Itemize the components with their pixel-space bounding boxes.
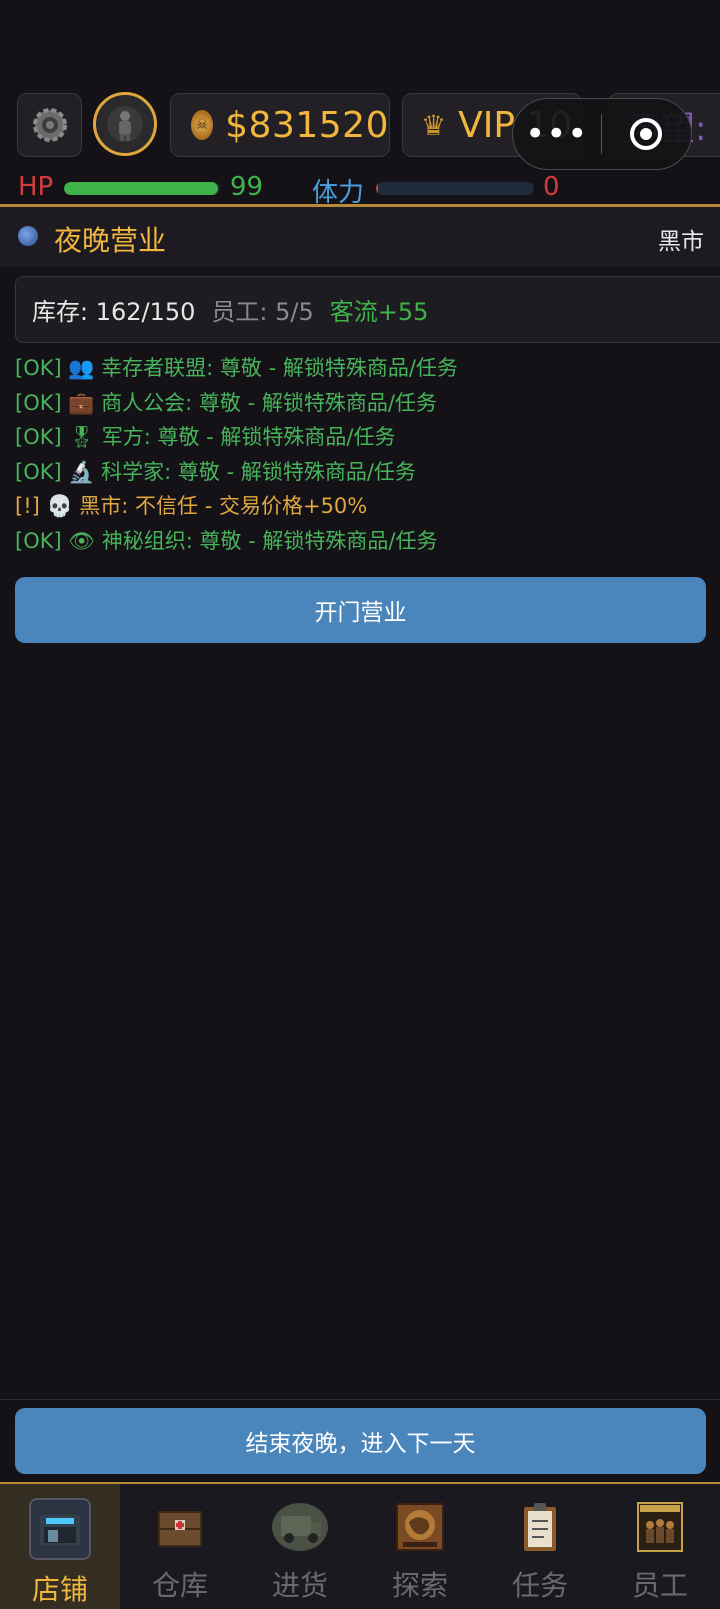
settings-button[interactable]	[17, 93, 82, 157]
tab-label: 探索	[391, 1569, 448, 1602]
black-market-link[interactable]: 黑市	[658, 222, 704, 256]
stamina-value: 0	[543, 172, 560, 202]
tab-staff[interactable]: 员工	[600, 1484, 720, 1609]
skull-coin-icon: ☠	[191, 110, 214, 140]
hp-bar-fill	[64, 182, 219, 195]
customer-traffic: 客流+55	[329, 298, 429, 326]
money-value: $831520	[225, 104, 389, 146]
more-menu-button[interactable]: •••	[513, 117, 601, 151]
tab-label: 进货	[271, 1569, 328, 1602]
tab-label: 仓库	[151, 1569, 208, 1602]
map-icon	[391, 1498, 449, 1556]
tab-label: 员工	[631, 1569, 688, 1602]
shop-icon	[29, 1498, 91, 1560]
faction-status-row: [OK] 👥 幸存者联盟: 尊敬 - 解锁特殊商品/任务	[15, 356, 458, 380]
open-business-button[interactable]: 开门营业	[15, 577, 706, 643]
warehouse-crate-icon	[151, 1498, 209, 1556]
hp-label: HP	[18, 172, 54, 202]
stamina-bar-fill	[376, 182, 378, 195]
faction-status-row: [OK] 🔬 科学家: 尊敬 - 解锁特殊商品/任务	[15, 459, 416, 484]
shop-info-box: 库存: 162/150 员工: 5/5 客流+55	[15, 276, 720, 343]
crown-icon: ♛	[421, 108, 447, 142]
truck-icon	[271, 1498, 329, 1556]
faction-status-row: [!] 💀 黑市: 不信任 - 交易价格+50%	[15, 494, 368, 518]
tab-restock[interactable]: 进货	[240, 1484, 360, 1609]
bottom-tab-bar: 店铺 仓库 进货 探索 任务 员工	[0, 1484, 720, 1609]
moon-globe-icon	[18, 226, 38, 246]
tab-explore[interactable]: 探索	[360, 1484, 480, 1609]
miniprogram-capsule: •••	[512, 98, 692, 170]
stamina-bar	[376, 182, 534, 195]
tab-label: 店铺	[31, 1573, 88, 1606]
faction-status-row: [OK] 🎖 军方: 尊敬 - 解锁特殊商品/任务	[15, 425, 396, 449]
inventory-count: 库存: 162/150	[32, 298, 196, 326]
target-circle-icon	[630, 118, 663, 150]
hp-bar	[64, 182, 220, 195]
faction-status-row: [OK] 💼 商人公会: 尊敬 - 解锁特殊商品/任务	[15, 390, 437, 415]
divider	[0, 1399, 720, 1400]
close-miniprogram-button[interactable]	[602, 118, 692, 150]
avatar[interactable]	[93, 92, 157, 156]
tab-warehouse[interactable]: 仓库	[120, 1484, 240, 1609]
clipboard-icon	[511, 1498, 569, 1556]
faction-status-row: [OK] 👁 神秘组织: 尊敬 - 解锁特殊商品/任务	[15, 528, 438, 553]
gear-icon	[32, 108, 67, 142]
tab-tasks[interactable]: 任务	[480, 1484, 600, 1609]
faction-list: [OK] 👥 幸存者联盟: 尊敬 - 解锁特殊商品/任务 [OK] 💼 商人公会…	[15, 351, 458, 558]
money-display[interactable]: ☠ $831520	[170, 93, 390, 157]
hp-value: 99	[230, 172, 264, 202]
page-title: 夜晚营业	[54, 224, 167, 257]
team-poster-icon	[631, 1498, 689, 1556]
tab-label: 任务	[511, 1569, 568, 1602]
tab-shop[interactable]: 店铺	[0, 1484, 120, 1609]
end-night-button[interactable]: 结束夜晚，进入下一天	[15, 1408, 706, 1474]
soldier-avatar-icon	[107, 106, 143, 142]
employee-count: 员工: 5/5	[211, 298, 314, 326]
